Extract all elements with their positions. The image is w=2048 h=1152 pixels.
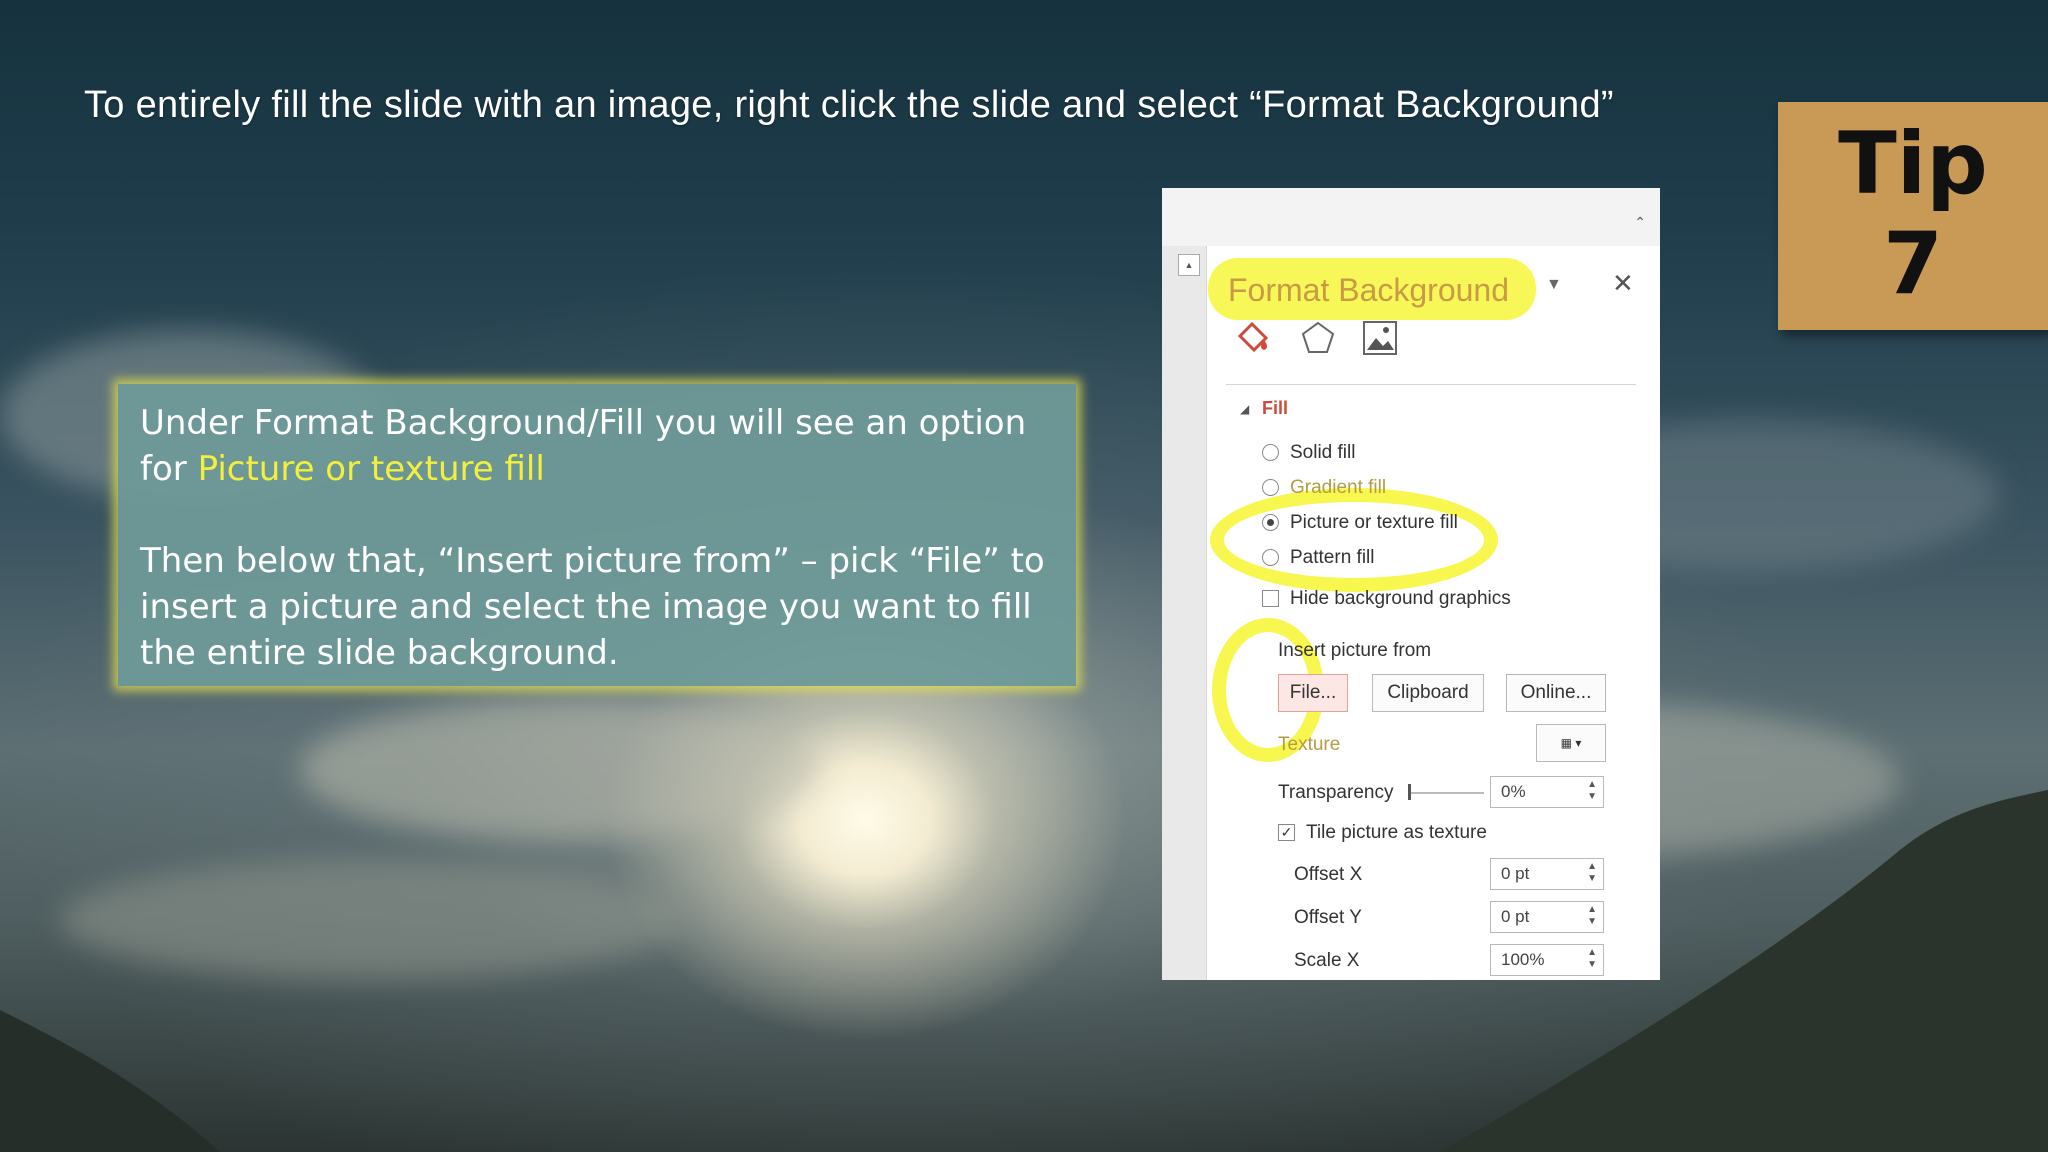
scale-x-label: Scale X bbox=[1294, 950, 1360, 971]
insert-picture-from-label: Insert picture from bbox=[1278, 640, 1432, 661]
dropdown-icon[interactable]: ▼ bbox=[1546, 276, 1562, 294]
offset-y-value: 0 pt bbox=[1501, 907, 1530, 926]
offset-y-label: Offset Y bbox=[1294, 907, 1362, 928]
fill-bucket-icon[interactable] bbox=[1234, 318, 1274, 361]
offset-x-value: 0 pt bbox=[1501, 864, 1530, 883]
clipboard-button[interactable]: Clipboard bbox=[1372, 674, 1484, 712]
texture-picker-icon[interactable]: ▦ ▾ bbox=[1536, 724, 1606, 762]
online-button[interactable]: Online... bbox=[1506, 674, 1606, 712]
scale-x-spinner[interactable]: 100% ▲ ▼ bbox=[1490, 944, 1604, 976]
tile-picture-checkbox[interactable]: ✓ bbox=[1278, 824, 1295, 841]
instruction-text: To entirely fill the slide with an image… bbox=[84, 84, 1614, 126]
transparency-spinner[interactable]: 0% ▲ ▼ bbox=[1490, 776, 1604, 808]
pane-top-strip bbox=[1162, 188, 1660, 246]
callout-highlight: Picture or texture fill bbox=[197, 449, 545, 489]
collapse-icon[interactable]: ⌃ bbox=[1634, 214, 1646, 231]
scroll-up-icon[interactable]: ▲ bbox=[1178, 254, 1200, 276]
spinner-arrows-icon[interactable]: ▲ ▼ bbox=[1587, 904, 1597, 928]
hide-background-graphics-checkbox[interactable] bbox=[1262, 590, 1279, 607]
gradient-fill-radio[interactable] bbox=[1262, 479, 1279, 496]
picture-texture-fill-label[interactable]: Picture or texture fill bbox=[1290, 512, 1458, 534]
picture-texture-fill-radio[interactable] bbox=[1262, 514, 1279, 531]
highlight-ring bbox=[1210, 488, 1498, 592]
offset-x-label: Offset X bbox=[1294, 864, 1363, 885]
pentagon-effects-icon[interactable] bbox=[1300, 320, 1336, 361]
scale-x-value: 100% bbox=[1501, 950, 1545, 969]
callout-box: Under Format Background/Fill you will se… bbox=[118, 384, 1076, 686]
spinner-arrows-icon[interactable]: ▲ ▼ bbox=[1587, 861, 1597, 885]
texture-label: Texture bbox=[1278, 734, 1341, 755]
fill-section-header[interactable]: Fill bbox=[1262, 398, 1288, 419]
transparency-label: Transparency bbox=[1278, 782, 1394, 803]
spinner-arrows-icon[interactable]: ▲ ▼ bbox=[1587, 779, 1597, 803]
transparency-slider-track[interactable] bbox=[1408, 792, 1484, 794]
expand-triangle-icon[interactable]: ◢ bbox=[1240, 402, 1249, 416]
solid-fill-radio[interactable] bbox=[1262, 444, 1279, 461]
gradient-fill-label[interactable]: Gradient fill bbox=[1290, 477, 1386, 499]
divider bbox=[1226, 384, 1636, 385]
hide-background-graphics-label[interactable]: Hide background graphics bbox=[1290, 588, 1511, 610]
offset-y-spinner[interactable]: 0 pt ▲ ▼ bbox=[1490, 901, 1604, 933]
picture-icon[interactable] bbox=[1362, 320, 1398, 361]
tile-picture-label[interactable]: Tile picture as texture bbox=[1306, 822, 1487, 844]
pattern-fill-label[interactable]: Pattern fill bbox=[1290, 547, 1374, 569]
pane-title: Format Background bbox=[1228, 272, 1510, 308]
transparency-value: 0% bbox=[1501, 782, 1526, 801]
callout-paragraph-2: Then below that, “Insert picture from” –… bbox=[140, 541, 1045, 673]
tip-label: Tip bbox=[1838, 114, 1988, 214]
tip-badge: Tip 7 bbox=[1778, 102, 2048, 330]
offset-x-spinner[interactable]: 0 pt ▲ ▼ bbox=[1490, 858, 1604, 890]
spinner-arrows-icon[interactable]: ▲ ▼ bbox=[1587, 947, 1597, 971]
transparency-slider-thumb[interactable] bbox=[1408, 784, 1411, 800]
solid-fill-label[interactable]: Solid fill bbox=[1290, 442, 1355, 464]
callout-paragraph-1: Under Format Background/Fill you will se… bbox=[140, 400, 1054, 492]
file-button[interactable]: File... bbox=[1278, 674, 1348, 712]
tip-number: 7 bbox=[1883, 214, 1943, 314]
close-icon[interactable]: ✕ bbox=[1612, 268, 1634, 299]
pane-scroll-gutter bbox=[1162, 246, 1207, 980]
format-background-pane: ⌃ ▲ Format Background ▼ ✕ ◢ Fill Solid f… bbox=[1162, 188, 1660, 980]
pattern-fill-radio[interactable] bbox=[1262, 549, 1279, 566]
